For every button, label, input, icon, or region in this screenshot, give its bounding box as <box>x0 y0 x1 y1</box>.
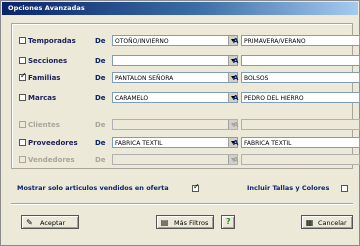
advanced-options-dialog: Opciones Avanzadas Temporadas De OTOÑO/I… <box>0 0 360 246</box>
familias-checkbox[interactable] <box>19 72 27 81</box>
window-title: Opciones Avanzadas <box>8 4 85 12</box>
sizes-colors-option[interactable]: Incluir Tallas y Colores <box>247 184 348 194</box>
vendedores-label: Vendedores <box>28 156 75 164</box>
cancel-button[interactable]: ▦ Cancelar <box>301 215 353 229</box>
clientes-checkbox <box>19 121 26 128</box>
to-label: A <box>233 94 239 102</box>
to-label: A <box>233 57 239 65</box>
from-label: De <box>95 139 106 147</box>
marcas-checkbox[interactable] <box>19 94 26 101</box>
marcas-label: Marcas <box>28 94 57 102</box>
accept-label: Aceptar <box>40 219 66 227</box>
pencil-check-icon: ✎ <box>26 218 33 227</box>
proveedores-to-value: FABRICA TEXTIL <box>244 140 292 147</box>
to-label: A <box>233 156 239 164</box>
secciones-from-select[interactable] <box>112 55 238 66</box>
more-filters-button[interactable]: ▤ Más Filtros <box>156 215 214 229</box>
filter-row-marcas: Marcas De CARAMELO A PEDRO DEL HIERRO <box>19 92 360 104</box>
help-label: ? <box>226 217 231 226</box>
filter-row-clientes: Clientes De A <box>19 119 360 131</box>
proveedores-checkbox[interactable] <box>19 139 26 146</box>
marcas-to-select[interactable]: PEDRO DEL HIERRO <box>241 92 360 103</box>
clientes-to-select <box>241 119 360 130</box>
temporadas-from-select[interactable]: OTOÑO/INVIERNO <box>112 35 238 46</box>
only-offer-checkbox[interactable] <box>192 183 200 192</box>
vendedores-to-select <box>241 154 360 165</box>
temporadas-label: Temporadas <box>28 37 76 45</box>
cancel-icon: ▦ <box>305 218 314 227</box>
familias-to-value: BOLSOS <box>244 75 269 82</box>
filter-row-proveedores: Proveedores De FABRICA TEXTIL A FABRICA … <box>19 137 360 149</box>
secciones-to-select[interactable] <box>241 55 360 66</box>
temporadas-from-value: OTOÑO/INVIERNO <box>115 38 169 45</box>
from-label: De <box>95 94 106 102</box>
clientes-label: Clientes <box>28 121 60 129</box>
from-label: De <box>95 156 106 164</box>
to-label: A <box>233 139 239 147</box>
filter-icon: ▤ <box>160 218 169 227</box>
secciones-label: Secciones <box>28 57 68 65</box>
clientes-from-select <box>112 119 238 130</box>
to-label: A <box>233 37 239 45</box>
only-offer-option[interactable]: Mostrar solo articulos vendidos en ofert… <box>17 183 200 194</box>
secciones-checkbox[interactable] <box>19 57 26 64</box>
only-offer-label: Mostrar solo articulos vendidos en ofert… <box>17 184 169 192</box>
temporadas-to-select[interactable]: PRIMAVERA/VERANO <box>241 35 360 46</box>
familias-to-select[interactable]: BOLSOS <box>241 72 360 83</box>
from-label: De <box>95 37 106 45</box>
filter-row-secciones: Secciones De A <box>19 55 360 67</box>
marcas-from-select[interactable]: CARAMELO <box>112 92 238 103</box>
title-bar: Opciones Avanzadas <box>2 2 358 15</box>
help-button[interactable]: ? <box>221 215 235 229</box>
familias-label: Familias <box>28 74 61 82</box>
accept-button[interactable]: ✎ Aceptar <box>21 215 79 229</box>
familias-from-value: PANTALON SEÑORA <box>115 75 174 82</box>
from-label: De <box>95 74 106 82</box>
sizes-colors-checkbox[interactable] <box>341 185 348 192</box>
familias-from-select[interactable]: PANTALON SEÑORA <box>112 72 238 83</box>
proveedores-label: Proveedores <box>28 139 78 147</box>
from-label: De <box>95 121 106 129</box>
vendedores-from-select <box>112 154 238 165</box>
vendedores-checkbox <box>19 156 26 163</box>
cancel-label: Cancelar <box>318 219 347 227</box>
to-label: A <box>233 74 239 82</box>
divider <box>11 203 353 205</box>
proveedores-to-select[interactable]: FABRICA TEXTIL <box>241 137 360 148</box>
more-filters-label: Más Filtros <box>174 219 209 227</box>
filter-row-temporadas: Temporadas De OTOÑO/INVIERNO A PRIMAVERA… <box>19 35 360 47</box>
to-label: A <box>233 121 239 129</box>
marcas-to-value: PEDRO DEL HIERRO <box>244 95 304 102</box>
proveedores-from-select[interactable]: FABRICA TEXTIL <box>112 137 238 148</box>
temporadas-checkbox[interactable] <box>19 37 26 44</box>
proveedores-from-value: FABRICA TEXTIL <box>115 140 163 147</box>
sizes-colors-label: Incluir Tallas y Colores <box>247 184 330 192</box>
marcas-from-value: CARAMELO <box>115 95 149 102</box>
from-label: De <box>95 57 106 65</box>
filter-row-familias: Familias De PANTALON SEÑORA A BOLSOS <box>19 72 360 84</box>
temporadas-to-value: PRIMAVERA/VERANO <box>244 38 306 45</box>
filter-row-vendedores: Vendedores De A <box>19 154 360 166</box>
